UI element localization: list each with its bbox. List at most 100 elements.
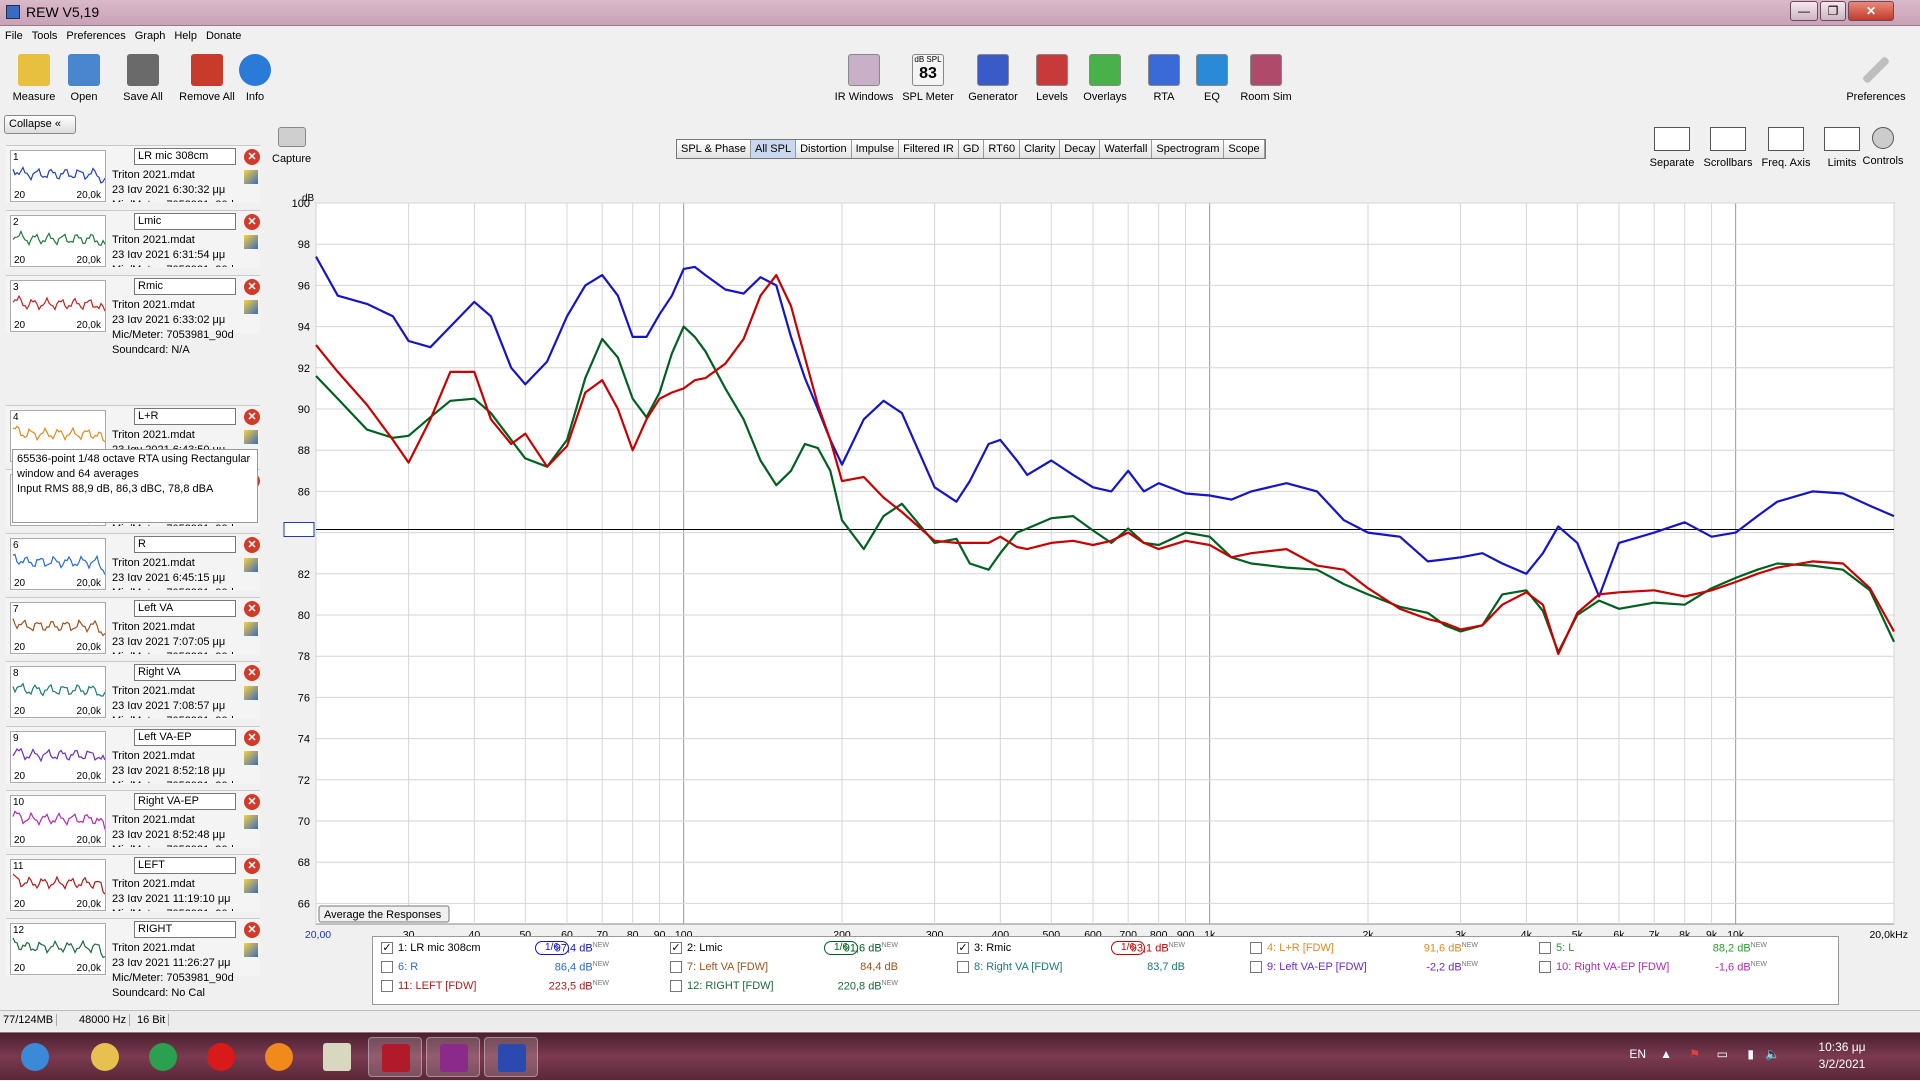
freq-axis-button[interactable]: Freq. Axis [1758, 127, 1814, 169]
remove-measurement-icon[interactable]: ✕ [244, 858, 260, 874]
remove-measurement-icon[interactable]: ✕ [244, 409, 260, 425]
measurement-thumbnail[interactable]: 8 20 20,0k [10, 666, 106, 718]
legend-checkbox[interactable] [670, 980, 682, 992]
measurement-thumbnail[interactable]: 1 20 20,0k [10, 150, 106, 202]
remove-measurement-icon[interactable]: ✕ [244, 279, 260, 295]
remove-measurement-icon[interactable]: ✕ [244, 149, 260, 165]
edit-measurement-icon[interactable] [244, 751, 258, 765]
measurement-item[interactable]: 10 20 20,0k Right VA-EP Triton 2021.mdat 23 Ι… [6, 790, 260, 848]
tab-distortion[interactable]: Distortion [796, 140, 852, 158]
measurement-item[interactable]: 8 20 20,0k Right VA Triton 2021.mdat 23 Ιαν 2… [6, 661, 260, 719]
legend-item[interactable]: ✓ 1: LR mic 308cm 1/6 97,4 dBNEW [381, 939, 661, 959]
legend-checkbox[interactable]: ✓ [957, 942, 969, 954]
menu-file[interactable]: File [0, 28, 27, 42]
legend-item[interactable]: 4: L+R [FDW] 91,6 dBNEW [1250, 939, 1530, 959]
measurement-item[interactable]: 3 20 20,0k Rmic Triton 2021.mdat 23 Ιαν 2021 … [6, 275, 260, 356]
tab-rt60[interactable]: RT60 [984, 140, 1021, 158]
edit-measurement-icon[interactable] [244, 430, 258, 444]
legend-checkbox[interactable]: ✓ [381, 942, 393, 954]
measurement-item[interactable]: 7 20 20,0k Left VA Triton 2021.mdat 23 Ιαν 20… [6, 597, 260, 655]
measurement-name-field[interactable]: L+R [134, 408, 236, 425]
tab-filtered-ir[interactable]: Filtered IR [899, 140, 959, 158]
edit-measurement-icon[interactable] [244, 879, 258, 893]
legend-item[interactable]: 9: Left VA-EP [FDW] -2,2 dBNEW [1250, 958, 1530, 978]
measurement-thumbnail[interactable]: 9 20 20,0k [10, 731, 106, 783]
measure-button[interactable]: Measure [10, 54, 58, 103]
legend-checkbox[interactable] [1539, 942, 1551, 954]
eq-button[interactable]: EQ [1194, 54, 1230, 103]
taskbar-brave[interactable] [252, 1037, 306, 1077]
measurement-name-field[interactable]: R [134, 536, 236, 553]
measurement-item[interactable]: 11 20 20,0k LEFT Triton 2021.mdat 23 Ιαν 2021… [6, 854, 260, 912]
legend-item[interactable]: 5: L 88,2 dBNEW [1539, 939, 1819, 959]
measurement-thumbnail[interactable]: 12 20 20,0k [10, 923, 106, 975]
legend-item[interactable]: 11: LEFT [FDW] 223,5 dBNEW [381, 977, 661, 997]
scrollbars-button[interactable]: Scrollbars [1700, 127, 1756, 169]
remove-all-button[interactable]: Remove All [176, 54, 238, 103]
close-button[interactable]: ✕ [1848, 1, 1894, 21]
capture-button[interactable]: Capture [272, 127, 311, 165]
measurement-name-field[interactable]: Left VA-EP [134, 729, 236, 746]
info-button[interactable]: Info [238, 54, 272, 103]
legend-item[interactable]: 8: Right VA [FDW] 83,7 dB [957, 958, 1237, 978]
legend-checkbox[interactable] [381, 980, 393, 992]
legend-checkbox[interactable] [957, 961, 969, 973]
save-all-button[interactable]: Save All [118, 54, 168, 103]
legend-item[interactable]: 10: Right VA-EP [FDW] -1,6 dBNEW [1539, 958, 1819, 978]
legend-checkbox[interactable] [1250, 942, 1262, 954]
display-icon[interactable]: ▭ [1717, 1047, 1728, 1061]
levels-button[interactable]: Levels [1030, 54, 1074, 103]
measurement-name-field[interactable]: Right VA-EP [134, 793, 236, 810]
measurement-item[interactable]: 9 20 20,0k Left VA-EP Triton 2021.mdat 23 Ιαν… [6, 726, 260, 784]
measurement-thumbnail[interactable]: 7 20 20,0k [10, 602, 106, 654]
taskbar-rew[interactable] [484, 1037, 538, 1077]
generator-button[interactable]: Generator [964, 54, 1022, 103]
tray-expand-icon[interactable]: ▲ [1660, 1047, 1672, 1061]
measurement-name-field[interactable]: Rmic [134, 278, 236, 295]
measurement-name-field[interactable]: LEFT [134, 857, 236, 874]
legend-item[interactable]: ✓ 2: Lmic 1/6 91,6 dBNEW [670, 939, 950, 959]
edit-measurement-icon[interactable] [244, 300, 258, 314]
overlays-button[interactable]: Overlays [1080, 54, 1130, 103]
remove-measurement-icon[interactable]: ✕ [244, 665, 260, 681]
measurement-thumbnail[interactable]: 10 20 20,0k [10, 795, 106, 847]
edit-measurement-icon[interactable] [244, 686, 258, 700]
edit-measurement-icon[interactable] [244, 943, 258, 957]
legend-item[interactable]: 7: Left VA [FDW] 84,4 dB [670, 958, 950, 978]
clock[interactable]: 10:36 μμ 3/2/2021 [1792, 1040, 1892, 1071]
remove-measurement-icon[interactable]: ✕ [244, 794, 260, 810]
measurement-thumbnail[interactable]: 11 20 20,0k [10, 859, 106, 911]
legend-checkbox[interactable] [1539, 961, 1551, 973]
edit-measurement-icon[interactable] [244, 558, 258, 572]
legend-checkbox[interactable] [670, 961, 682, 973]
volume-icon[interactable]: 🔈 [1765, 1047, 1780, 1061]
taskbar-chrome[interactable] [136, 1037, 190, 1077]
taskbar-start-orb[interactable] [8, 1037, 62, 1077]
measurement-item[interactable]: 12 20 20,0k RIGHT Triton 2021.mdat 23 Ιαν 202… [6, 918, 260, 999]
tab-waterfall[interactable]: Waterfall [1100, 140, 1153, 158]
measurement-name-field[interactable]: RIGHT [134, 921, 236, 938]
measurement-name-field[interactable]: Left VA [134, 600, 236, 617]
controls-button[interactable]: Controls [1858, 127, 1908, 167]
legend-checkbox[interactable] [1250, 961, 1262, 973]
legend-item[interactable]: ✓ 3: Rmic 1/6 93,1 dBNEW [957, 939, 1237, 959]
edit-measurement-icon[interactable] [244, 815, 258, 829]
measurement-thumbnail[interactable]: 6 20 20,0k [10, 538, 106, 590]
tab-all-spl[interactable]: All SPL [751, 140, 797, 158]
tab-spl-phase[interactable]: SPL & Phase [677, 140, 752, 158]
action-center-icon[interactable]: ⚑ [1689, 1047, 1700, 1061]
remove-measurement-icon[interactable]: ✕ [244, 214, 260, 230]
menu-donate[interactable]: Donate [201, 28, 245, 42]
language-indicator[interactable]: EN [1629, 1047, 1646, 1061]
preferences-button[interactable]: Preferences [1842, 54, 1910, 103]
network-icon[interactable]: ▮ [1747, 1047, 1754, 1061]
remove-measurement-icon[interactable]: ✕ [244, 601, 260, 617]
menu-tools[interactable]: Tools [27, 28, 62, 42]
taskbar-notepad[interactable] [310, 1037, 364, 1077]
spl-chart[interactable]: 1009896949290888684,15828078767472706866… [283, 191, 1908, 1003]
collapse-button[interactable]: Collapse « [4, 115, 76, 134]
rta-button[interactable]: RTA [1144, 54, 1184, 103]
menu-graph[interactable]: Graph [130, 28, 170, 42]
menu-help[interactable]: Help [169, 28, 201, 42]
taskbar-winrar[interactable] [426, 1037, 480, 1077]
